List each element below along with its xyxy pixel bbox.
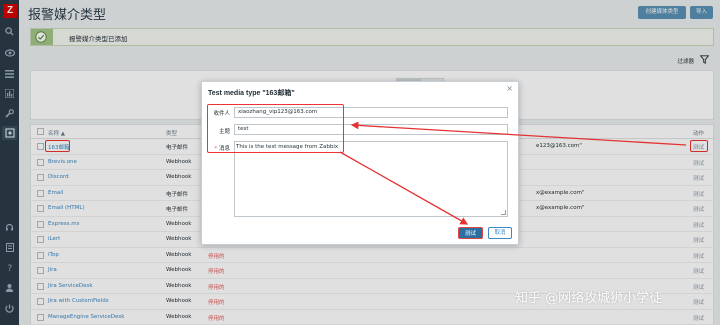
media-type-name-link[interactable]: Jira <box>48 267 57 273</box>
test-link[interactable]: 测试 <box>693 267 704 275</box>
test-link[interactable]: 测试 <box>693 314 704 322</box>
column-header-name[interactable]: 名称 ▲ <box>48 129 65 137</box>
media-type-name-link[interactable]: ManageEngine ServiceDesk <box>48 314 124 320</box>
row-checkbox[interactable] <box>37 189 44 197</box>
reports-chart-icon[interactable] <box>4 88 15 99</box>
row-checkbox[interactable] <box>37 174 44 181</box>
row-checkbox[interactable] <box>37 158 44 166</box>
test-button[interactable]: 测试 <box>458 227 483 239</box>
media-type-type: Webhook <box>166 282 192 289</box>
media-type-details: x@example.com" <box>536 189 585 196</box>
row-checkbox[interactable] <box>37 313 44 321</box>
media-type-name-link[interactable]: Brevis.one <box>48 159 77 165</box>
filter-funnel-icon[interactable] <box>700 55 709 64</box>
row-checkbox[interactable] <box>37 282 44 290</box>
watermark: 知乎 @网络攻城狮小学徒 <box>515 291 663 306</box>
row-checkbox[interactable] <box>37 251 44 259</box>
row-checkbox[interactable] <box>37 220 44 228</box>
media-type-type: Webhook <box>166 298 192 304</box>
search-icon[interactable] <box>4 26 15 37</box>
dialog-title: Test media type "163邮箱" <box>208 90 295 97</box>
resize-handle[interactable] <box>501 210 506 215</box>
table-row: iTop Webhook 停用的 测试 <box>31 248 715 263</box>
media-type-name-link[interactable]: Jira with CustomFields <box>48 298 109 304</box>
media-type-type: 电子邮件 <box>166 145 189 151</box>
media-type-status[interactable]: 停用的 <box>208 252 225 260</box>
media-type-type: 电子邮件 <box>166 191 189 198</box>
success-message-text: 报警媒介类型已添加 <box>69 35 128 43</box>
page-title: 报警媒介类型 <box>28 7 107 22</box>
annotation-name-box <box>45 140 70 152</box>
administration-gear-icon[interactable] <box>2 126 17 140</box>
test-link[interactable]: 测试 <box>693 159 704 167</box>
media-type-name-link[interactable]: Email (HTML) <box>48 205 85 211</box>
test-link[interactable]: 测试 <box>693 205 704 213</box>
row-checkbox[interactable] <box>37 236 44 243</box>
column-header-action: 动作 <box>693 131 705 137</box>
svg-text:?: ? <box>7 264 12 272</box>
import-button[interactable]: 导入 <box>690 6 713 19</box>
media-type-name-link[interactable]: Express.ms <box>48 221 79 227</box>
test-link[interactable]: 测试 <box>693 221 704 229</box>
test-link[interactable]: 测试 <box>693 190 704 198</box>
share-icon[interactable] <box>4 242 15 253</box>
media-type-status[interactable]: 停用的 <box>208 298 225 306</box>
filter-label[interactable]: 过滤器 <box>677 57 694 65</box>
inventory-list-icon[interactable] <box>4 68 15 79</box>
media-type-details: e123@163.com" <box>536 143 582 149</box>
column-header-type[interactable]: 类型 <box>166 129 177 137</box>
test-link[interactable]: 测试 <box>693 252 704 260</box>
support-headset-icon[interactable] <box>4 222 15 233</box>
media-type-type: Webhook <box>166 220 192 227</box>
annotation-fields-box <box>207 104 344 153</box>
row-checkbox[interactable] <box>37 143 44 150</box>
check-circle-icon <box>35 31 47 43</box>
test-link[interactable]: 测试 <box>693 298 704 306</box>
media-type-type: Webhook <box>166 236 192 242</box>
media-type-type: Webhook <box>166 251 192 258</box>
media-type-type: Webhook <box>166 174 192 180</box>
media-type-type: Webhook <box>166 267 192 273</box>
close-icon[interactable]: × <box>506 84 513 93</box>
help-icon[interactable]: ? <box>4 262 15 273</box>
annotation-test-link-box <box>690 140 708 152</box>
monitoring-eye-icon[interactable] <box>4 47 15 58</box>
media-type-type: Webhook <box>166 313 192 320</box>
test-link[interactable]: 测试 <box>693 283 704 291</box>
row-checkbox[interactable] <box>37 298 44 305</box>
media-type-name-link[interactable]: Email <box>48 190 63 196</box>
table-row: ManageEngine ServiceDesk Webhook 停用的 测试 <box>31 310 715 325</box>
media-type-name-link[interactable]: Discord <box>48 174 69 180</box>
cancel-button[interactable]: 取消 <box>488 227 512 239</box>
row-checkbox[interactable] <box>37 205 44 212</box>
filter-toggle[interactable]: 过滤器 <box>30 52 714 68</box>
media-type-name-link[interactable]: iTop <box>48 252 59 258</box>
test-link[interactable]: 测试 <box>693 236 704 244</box>
row-checkbox[interactable] <box>37 267 44 274</box>
media-type-type: 电子邮件 <box>166 207 189 213</box>
sidebar: Z ? <box>0 0 19 325</box>
media-type-status[interactable]: 停用的 <box>208 314 225 322</box>
media-type-status[interactable]: 停用的 <box>208 283 225 291</box>
create-media-type-button[interactable]: 创建媒体类型 <box>638 6 686 19</box>
user-profile-icon[interactable] <box>4 282 15 293</box>
table-row: Jira Webhook 停用的 测试 <box>31 263 715 279</box>
media-type-details: x@example.com" <box>536 205 585 211</box>
success-message: 报警媒介类型已添加 <box>30 28 714 46</box>
test-link[interactable]: 测试 <box>693 174 704 182</box>
media-type-name-link[interactable]: Jira ServiceDesk <box>48 283 93 289</box>
configuration-wrench-icon[interactable] <box>4 108 15 119</box>
media-type-type: Webhook <box>166 158 192 165</box>
media-type-status[interactable]: 停用的 <box>208 267 225 275</box>
sign-out-icon[interactable] <box>4 303 15 314</box>
select-all-checkbox[interactable] <box>37 128 44 135</box>
zabbix-logo[interactable]: Z <box>3 4 17 18</box>
media-type-name-link[interactable]: iLert <box>48 236 60 242</box>
